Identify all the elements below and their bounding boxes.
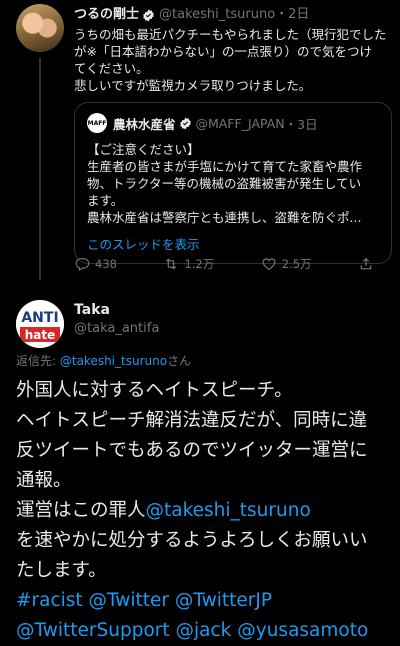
tweet-line: ヘイトスピーチ解消法違反だが、同時に違 xyxy=(16,410,368,431)
tweet-line: が※「日本語わからない」の一点張り）ので気をつけ xyxy=(74,44,372,59)
avatar[interactable]: ANTI hate xyxy=(16,300,64,348)
timestamp[interactable]: ・2日 xyxy=(275,6,309,24)
tweet-line: 通報。 xyxy=(16,470,72,491)
tweet-line: 反ツイートでもあるのでツイッター運営に xyxy=(16,440,368,461)
verified-badge-icon xyxy=(143,9,154,21)
share-icon xyxy=(360,257,372,270)
quoted-tweet[interactable]: MAFF 農林水産省 @MAFF_JAPAN ・3日 【ご注意ください】生産者の… xyxy=(74,102,392,264)
retweet-button[interactable]: 1.2万 xyxy=(163,256,214,272)
tweet-line: 悲しいですが監視カメラ取りつけました。 xyxy=(74,78,312,93)
retweet-count: 1.2万 xyxy=(184,257,215,271)
tweet-line: てください。 xyxy=(74,61,149,76)
retweet-icon xyxy=(166,258,177,270)
anti-hate-logo: ANTI hate xyxy=(16,300,64,348)
quote-timestamp: ・3日 xyxy=(284,116,318,132)
maff-logo: MAFF xyxy=(87,113,107,133)
quote-line: 【ご注意ください】 xyxy=(87,142,200,157)
tweet-header: つるの剛士 @takeshi_tsuruno ・2日 xyxy=(74,6,392,24)
quote-header: MAFF 農林水産省 @MAFF_JAPAN ・3日 xyxy=(87,113,379,133)
author-name[interactable]: つるの剛士 xyxy=(74,6,139,24)
tweet-line: を速やかに処分するようよろしくお願いい xyxy=(16,530,368,551)
reply-button[interactable]: 438 xyxy=(74,256,117,272)
mention-links[interactable]: @TwitterSupport @jack @yusasamoto xyxy=(16,616,388,646)
share-button[interactable] xyxy=(358,256,374,272)
reply-suffix: さん xyxy=(167,354,192,368)
avatar[interactable] xyxy=(16,4,64,52)
quote-author-name: 農林水産省 xyxy=(113,116,176,132)
reply-icon xyxy=(75,258,90,272)
quote-line: 物、トラクター等の機械の盗難被害が発生してい xyxy=(87,176,362,191)
svg-text:ANTI: ANTI xyxy=(21,310,58,326)
tweet-line: 外国人に対するヘイトスピーチ。 xyxy=(16,380,293,401)
hashtag-mention-links[interactable]: #racist @Twitter @TwitterJP xyxy=(16,586,388,616)
author-handle[interactable]: @taka_antifa xyxy=(74,321,159,336)
quote-line: 生産者の皆さまが手塩にかけて育てた家畜や農作 xyxy=(87,159,363,174)
quote-line: ます。 xyxy=(87,193,124,208)
reply-context: 返信先: @takeshi_tsurunoさん xyxy=(16,352,191,369)
reply-mention-link[interactable]: @takeshi_tsuruno xyxy=(60,354,167,368)
tweet-header: Taka @taka_antifa xyxy=(74,302,159,336)
reply-count: 438 xyxy=(95,257,117,271)
tweet-body: 外国人に対するヘイトスピーチ。 ヘイトスピーチ解消法違反だが、同時に違 反ツイー… xyxy=(16,376,388,646)
show-thread-link[interactable]: このスレッドを表示 xyxy=(87,234,379,253)
tweet-line: たします。 xyxy=(16,560,107,581)
author-name[interactable]: Taka xyxy=(74,302,159,318)
quote-line: 農林水産省は警察庁とも連携し、盗難を防ぐポ... xyxy=(87,210,362,225)
like-button[interactable]: 2.5万 xyxy=(261,256,312,272)
svg-text:hate: hate xyxy=(25,328,56,342)
tweet-text-segment: 運営はこの罪人 xyxy=(16,500,146,521)
like-count: 2.5万 xyxy=(281,257,312,271)
quote-body: 【ご注意ください】生産者の皆さまが手塩にかけて育てた家畜や農作 物、トラクター等の… xyxy=(87,141,379,226)
heart-icon xyxy=(262,258,276,271)
quote-author-handle: @MAFF_JAPAN xyxy=(195,115,285,131)
thread-line xyxy=(39,58,41,280)
author-handle[interactable]: @takeshi_tsuruno xyxy=(159,6,275,24)
mention-link[interactable]: @takeshi_tsuruno xyxy=(146,500,311,521)
reply-prefix: 返信先: xyxy=(16,354,60,368)
tweet-line: うちの畑も最近パクチーもやられました（現行犯でした xyxy=(74,27,387,42)
tweet-body: うちの畑も最近パクチーもやられました（現行犯でした が※「日本語わからない」の一点… xyxy=(74,26,392,94)
tweet-actions: 438 1.2万 2.5万 xyxy=(74,256,374,272)
tweet-line: 運営はこの罪人@takeshi_tsuruno xyxy=(16,496,388,526)
verified-badge-icon xyxy=(179,117,191,129)
